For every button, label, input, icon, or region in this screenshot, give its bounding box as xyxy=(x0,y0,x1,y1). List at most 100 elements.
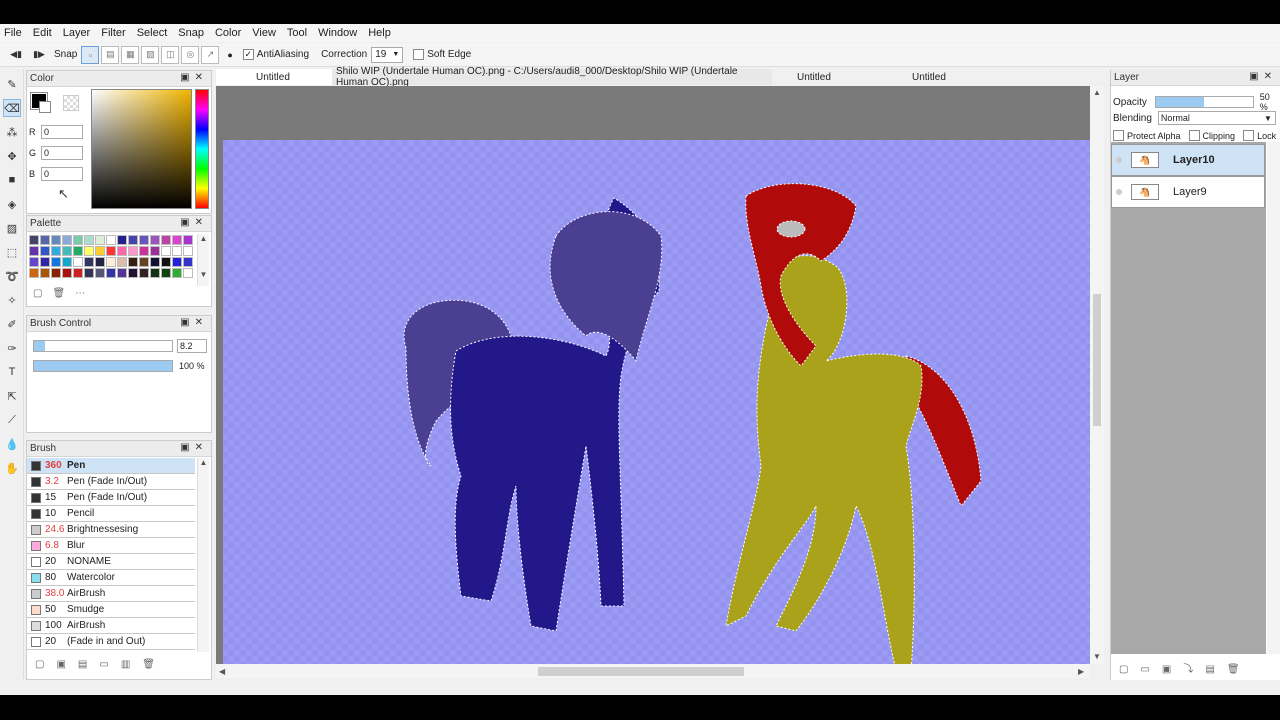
scroll-right-icon[interactable]: ▶ xyxy=(1078,667,1084,676)
panel-controls-icon[interactable]: ▣✕ xyxy=(180,217,208,228)
b-input[interactable]: 0 xyxy=(41,167,83,181)
panel-controls-icon[interactable]: ▣✕ xyxy=(180,317,208,328)
panel-controls-icon[interactable]: ▣✕ xyxy=(1249,71,1277,82)
magic-wand-tool-icon[interactable]: ✧ xyxy=(3,291,21,309)
palette-swatch[interactable] xyxy=(139,268,149,278)
palette-swatch[interactable] xyxy=(73,257,83,267)
palette-swatch[interactable] xyxy=(40,235,50,245)
new-folder-icon[interactable]: ▭ xyxy=(1140,664,1161,675)
layer-item-layer10[interactable]: 🐴 Layer10 xyxy=(1111,144,1265,176)
palette-swatch[interactable] xyxy=(73,246,83,256)
brush-size-slider[interactable] xyxy=(33,340,173,352)
tab-shilo-wip[interactable]: Shilo WIP (Undertale Human OC).png - C:/… xyxy=(332,66,772,88)
palette-swatch[interactable] xyxy=(29,268,39,278)
palette-swatch[interactable] xyxy=(51,268,61,278)
palette-swatch[interactable] xyxy=(62,257,72,267)
brush-list-item[interactable]: 20 (Fade in and Out) xyxy=(27,634,195,650)
menu-select[interactable]: Select xyxy=(137,27,174,39)
palette-swatch[interactable] xyxy=(106,246,116,256)
palette-swatch[interactable] xyxy=(150,246,160,256)
palette-swatch[interactable] xyxy=(172,257,182,267)
palette-swatch[interactable] xyxy=(183,246,193,256)
menu-help[interactable]: Help xyxy=(368,27,397,39)
visibility-icon[interactable] xyxy=(1116,157,1122,163)
menu-view[interactable]: View xyxy=(252,27,282,39)
palette-swatch[interactable] xyxy=(62,235,72,245)
delete-brush-icon[interactable]: 🗑 xyxy=(142,659,167,670)
brush-list-item[interactable]: 15 Pen (Fade In/Out) xyxy=(27,490,195,506)
delete-swatch-icon[interactable]: 🗑 xyxy=(52,288,75,299)
brush-list-item[interactable]: 6.8 Blur xyxy=(27,538,195,554)
palette-swatch[interactable] xyxy=(84,235,94,245)
canvas-horizontal-scrollbar[interactable]: ◀ ▶ xyxy=(216,664,1090,678)
layer-scrollbar[interactable] xyxy=(1267,142,1280,654)
fill-rect-tool-icon[interactable]: ■ xyxy=(3,171,21,189)
palette-swatch[interactable] xyxy=(106,268,116,278)
palette-swatch[interactable] xyxy=(128,257,138,267)
background-color-swatch[interactable] xyxy=(39,101,51,113)
scroll-down-icon[interactable]: ▼ xyxy=(1093,652,1101,661)
brush-list-item[interactable]: 24.6 Brightnessesing xyxy=(27,522,195,538)
dots-tool-icon[interactable]: ⁂ xyxy=(3,123,21,141)
palette-swatch[interactable] xyxy=(128,235,138,245)
palette-swatch[interactable] xyxy=(172,235,182,245)
palette-swatch[interactable] xyxy=(106,257,116,267)
palette-swatch[interactable] xyxy=(51,235,61,245)
r-input[interactable]: 0 xyxy=(41,125,83,139)
select-eraser-tool-icon[interactable]: ✑ xyxy=(3,339,21,357)
brush-list-item[interactable]: 3.2 Pen (Fade In/Out) xyxy=(27,474,195,490)
palette-swatch[interactable] xyxy=(183,257,193,267)
palette-swatch[interactable] xyxy=(29,235,39,245)
pen-tool-icon[interactable]: ✎ xyxy=(3,75,21,93)
palette-swatch[interactable] xyxy=(117,268,127,278)
palette-swatch[interactable] xyxy=(73,268,83,278)
palette-swatch[interactable] xyxy=(62,246,72,256)
palette-swatch[interactable] xyxy=(73,235,83,245)
move-tool-icon[interactable]: ✥ xyxy=(3,147,21,165)
palette-swatch[interactable] xyxy=(117,235,127,245)
brush-list-item[interactable]: 360 Pen xyxy=(27,458,195,474)
snap-off-icon[interactable]: ▫ xyxy=(81,45,100,64)
palette-swatch[interactable] xyxy=(161,257,171,267)
brush-size-value[interactable]: 8.2 xyxy=(177,339,207,353)
lasso-tool-icon[interactable]: ➰ xyxy=(3,267,21,285)
palette-swatch[interactable] xyxy=(150,235,160,245)
layer-item-layer9[interactable]: 🐴 Layer9 xyxy=(1111,176,1265,208)
operation-tool-icon[interactable]: ⇱ xyxy=(3,387,21,405)
palette-swatch[interactable] xyxy=(183,235,193,245)
menu-tool[interactable]: Tool xyxy=(287,27,313,39)
palette-swatch[interactable] xyxy=(150,257,160,267)
snap-circle-icon[interactable]: ◎ xyxy=(181,45,200,64)
palette-swatch[interactable] xyxy=(117,246,127,256)
clipping-checkbox[interactable] xyxy=(1188,130,1200,141)
palette-swatch[interactable] xyxy=(150,268,160,278)
copy-brush-icon[interactable]: ▣ xyxy=(56,659,77,670)
new-layer-icon[interactable]: ▢ xyxy=(1119,664,1140,675)
vertical-scroll-thumb[interactable] xyxy=(1093,294,1101,426)
palette-swatch[interactable] xyxy=(95,257,105,267)
snap-curve-icon[interactable]: ↗ xyxy=(201,45,220,64)
divide-tool-icon[interactable]: ⟋ xyxy=(3,411,21,429)
palette-swatch[interactable] xyxy=(161,246,171,256)
snap-perspective-icon[interactable]: ◫ xyxy=(161,45,180,64)
brush-scrollbar[interactable]: ▲ xyxy=(197,458,209,652)
bucket-tool-icon[interactable]: ◈ xyxy=(3,195,21,213)
palette-swatch[interactable] xyxy=(40,257,50,267)
panel-controls-icon[interactable]: ▣✕ xyxy=(180,72,208,83)
soft-edge-checkbox[interactable] xyxy=(413,49,425,60)
snap-grid-icon[interactable]: ▦ xyxy=(121,45,140,64)
palette-scrollbar[interactable]: ▲ ▼ xyxy=(197,234,209,286)
brush-list-item[interactable]: 38.0 AirBrush xyxy=(27,586,195,602)
clear-layer-icon[interactable]: ▤ xyxy=(1205,664,1226,675)
palette-swatch[interactable] xyxy=(84,246,94,256)
palette-swatch[interactable] xyxy=(161,235,171,245)
tab-untitled-2[interactable]: Untitled xyxy=(772,69,887,85)
palette-swatch[interactable] xyxy=(51,246,61,256)
menu-color[interactable]: Color xyxy=(215,27,247,39)
brush-opacity-slider[interactable] xyxy=(33,360,173,372)
palette-swatch[interactable] xyxy=(106,235,116,245)
scroll-left-icon[interactable]: ◀ xyxy=(219,667,225,676)
palette-swatch[interactable] xyxy=(29,257,39,267)
brush-list-item[interactable]: 100 AirBrush xyxy=(27,618,195,634)
tab-untitled-1[interactable]: Untitled xyxy=(216,69,332,85)
